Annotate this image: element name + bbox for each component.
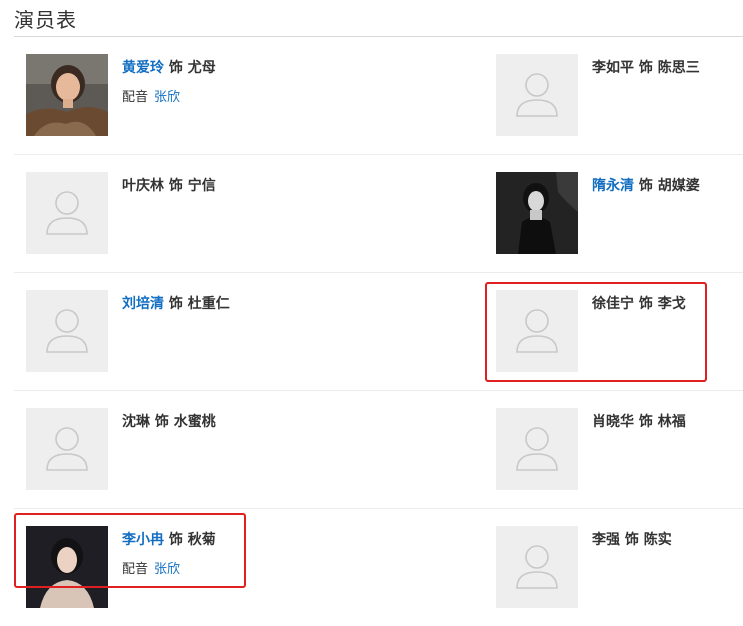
avatar-placeholder-icon <box>496 526 578 608</box>
cast-line: 叶庆林 饰 宁信 <box>122 175 216 195</box>
cast-line: 隋永清 饰 胡媒婆 <box>592 175 700 195</box>
title-divider <box>14 36 743 37</box>
cast-separator: 饰 <box>154 414 169 430</box>
cast-line: 黄爱玲 饰 尤母 <box>122 57 216 77</box>
role-name: 尤母 <box>187 60 216 76</box>
cast-line: 肖晓华 饰 林福 <box>592 411 686 431</box>
cast-separator: 饰 <box>624 532 639 548</box>
highlight-box <box>14 513 246 588</box>
cast-separator: 饰 <box>168 296 183 312</box>
row-divider <box>14 508 743 509</box>
avatar-placeholder-icon <box>496 54 578 136</box>
cast-item: 隋永清 饰 胡媒婆 <box>496 172 743 272</box>
dub-name-link[interactable]: 张欣 <box>154 90 180 105</box>
actor-photo[interactable] <box>26 54 108 136</box>
avatar-placeholder-icon <box>26 408 108 490</box>
actor-portrait-image <box>26 54 108 136</box>
cast-line: 沈琳 饰 水蜜桃 <box>122 411 216 431</box>
cast-line: 李强 饰 陈实 <box>592 529 672 549</box>
actor-name-link[interactable]: 隋永清 <box>592 178 634 194</box>
actor-photo-placeholder <box>496 54 578 136</box>
row-divider <box>14 272 743 273</box>
actor-name: 李强 <box>592 532 620 548</box>
cast-separator: 饰 <box>168 60 183 76</box>
row-divider <box>14 154 743 155</box>
actor-photo-placeholder <box>26 290 108 372</box>
role-name: 胡媒婆 <box>657 178 700 194</box>
role-name: 林福 <box>657 414 686 430</box>
actor-photo-placeholder <box>496 408 578 490</box>
cast-separator: 饰 <box>638 414 653 430</box>
role-name: 宁信 <box>187 178 216 194</box>
cast-item: 李强 饰 陈实 <box>496 526 743 626</box>
actor-name-link[interactable]: 刘培清 <box>122 296 164 312</box>
role-name: 水蜜桃 <box>173 414 216 430</box>
cast-item: 李如平 饰 陈思三 <box>496 54 743 154</box>
dub-line: 配音 张欣 <box>122 86 180 105</box>
cast-separator: 饰 <box>168 178 183 194</box>
row-divider <box>14 390 743 391</box>
actor-photo-placeholder <box>26 408 108 490</box>
cast-separator: 饰 <box>638 60 653 76</box>
avatar-placeholder-icon <box>496 408 578 490</box>
cast-item: 叶庆林 饰 宁信 <box>26 172 366 272</box>
cast-item: 刘培清 饰 杜重仁 <box>26 290 366 390</box>
avatar-placeholder-icon <box>26 290 108 372</box>
actor-name: 叶庆林 <box>122 178 164 194</box>
dub-label: 配音 <box>122 90 149 105</box>
actor-photo-placeholder <box>496 526 578 608</box>
role-name: 陈实 <box>643 532 672 548</box>
section-title: 演员表 <box>14 8 77 32</box>
cast-item: 肖晓华 饰 林福 <box>496 408 743 508</box>
cast-item: 沈琳 饰 水蜜桃 <box>26 408 366 508</box>
role-name: 杜重仁 <box>187 296 230 312</box>
cast-item: 黄爱玲 饰 尤母 配音 张欣 <box>26 54 366 154</box>
actor-name: 肖晓华 <box>592 414 634 430</box>
actor-photo-placeholder <box>26 172 108 254</box>
actor-name: 沈琳 <box>122 414 150 430</box>
avatar-placeholder-icon <box>26 172 108 254</box>
actor-name-link[interactable]: 黄爱玲 <box>122 60 164 76</box>
actor-portrait-image <box>496 172 578 254</box>
highlight-box <box>485 282 707 382</box>
cast-separator: 饰 <box>638 178 653 194</box>
role-name: 陈思三 <box>657 60 700 76</box>
cast-line: 李如平 饰 陈思三 <box>592 57 700 77</box>
cast-line: 刘培清 饰 杜重仁 <box>122 293 230 313</box>
actor-name: 李如平 <box>592 60 634 76</box>
actor-photo[interactable] <box>496 172 578 254</box>
